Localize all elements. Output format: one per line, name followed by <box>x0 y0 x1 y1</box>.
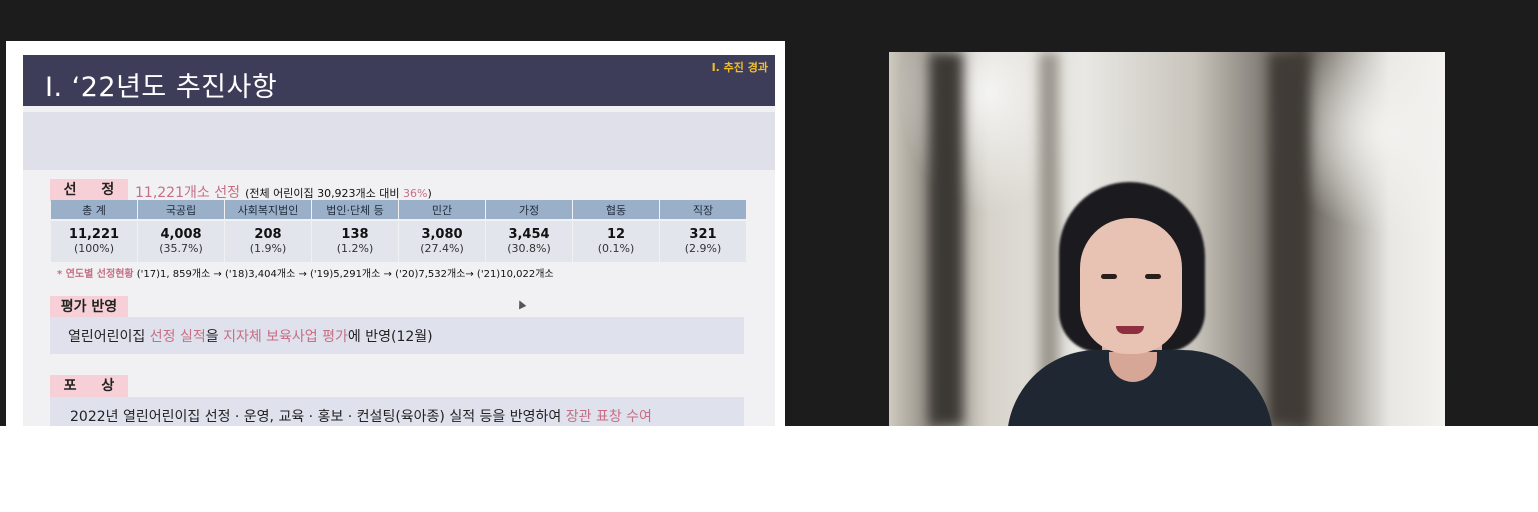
col-header: 총 계 <box>51 200 137 219</box>
table-cell: 4,008 (35.7%) <box>138 219 224 262</box>
col-header: 법인·단체 등 <box>312 200 398 219</box>
table-cell: 12 (0.1%) <box>573 219 659 262</box>
text-part: 2022년 열린어린이집 선정 · 운영, 교육 · 홍보 · 컨설팅(육아종)… <box>70 409 566 425</box>
evaluation-bar: 열린어린이집 선정 실적을 지자체 보육사업 평가에 반영(12월) <box>50 317 744 354</box>
slide-title: Ⅰ. ‘22년도 추진사항 <box>45 72 278 103</box>
mouse-cursor-icon <box>515 298 527 310</box>
col-header: 사회복지법인 <box>225 200 311 219</box>
yearly-values: ('17)1, 859개소 → ('18)3,404개소 → ('19)5,29… <box>133 269 554 280</box>
blank-area <box>0 426 1538 512</box>
presentation-slide: Ⅰ. ‘22년도 추진사항 Ⅰ. 추진 경과 선 정 11,221개소 선정 (… <box>23 55 775 426</box>
evaluation-label: 평가 반영 <box>50 296 128 318</box>
selection-stats-table: 총 계 국공립 사회복지법인 법인·단체 등 민간 가정 협동 직장 11,22… <box>50 200 747 262</box>
selection-percent: 36% <box>403 187 428 200</box>
cell-value: 138 <box>341 227 369 242</box>
cell-percent: (30.8%) <box>507 242 551 255</box>
highlight-text: 선정 실적 <box>149 329 206 345</box>
cell-value: 321 <box>689 227 717 242</box>
table-cell: 208 (1.9%) <box>225 219 311 262</box>
participant-video[interactable] <box>889 52 1445 426</box>
background-post <box>929 52 963 426</box>
col-header: 가정 <box>486 200 572 219</box>
table-cell: 138 (1.2%) <box>312 219 398 262</box>
table-cell: 3,080 (27.4%) <box>399 219 485 262</box>
col-header: 직장 <box>660 200 746 219</box>
evaluation-text: 열린어린이집 선정 실적을 지자체 보육사업 평가에 반영(12월) <box>68 326 433 346</box>
text-part: 열린어린이집 <box>68 329 150 345</box>
award-text: 2022년 열린어린이집 선정 · 운영, 교육 · 홍보 · 컨설팅(육아종)… <box>70 406 652 426</box>
cell-percent: (0.1%) <box>597 242 635 255</box>
participant-eye <box>1145 274 1161 279</box>
section-tag: Ⅰ. 추진 경과 <box>711 61 768 74</box>
selection-total: (전체 어린이집 30,923개소 대비 <box>245 187 404 200</box>
cell-value: 4,008 <box>160 227 202 242</box>
cell-percent: (1.2%) <box>336 242 374 255</box>
cell-value: 11,221 <box>68 227 120 242</box>
yearly-label: * 연도별 선정현황 <box>57 269 134 280</box>
award-label: 포 상 <box>50 375 128 397</box>
cell-percent: (2.9%) <box>684 242 722 255</box>
highlight-text: 지자체 보육사업 평가 <box>223 329 348 345</box>
selection-summary: 11,221개소 선정 (전체 어린이집 30,923개소 대비 36%) <box>135 182 432 202</box>
table-header-row: 총 계 국공립 사회복지법인 법인·단체 등 민간 가정 협동 직장 <box>51 200 746 219</box>
table-cell: 321 (2.9%) <box>660 219 746 262</box>
summary-band <box>23 112 775 170</box>
col-header: 민간 <box>399 200 485 219</box>
participant-mouth <box>1116 326 1144 334</box>
slide-header: Ⅰ. ‘22년도 추진사항 Ⅰ. 추진 경과 <box>23 55 775 106</box>
text-part: 에 반영(12월) <box>347 329 433 345</box>
cell-percent: (35.7%) <box>159 242 203 255</box>
highlight-text: 장관 표창 수여 <box>565 409 652 425</box>
award-bar: 2022년 열린어린이집 선정 · 운영, 교육 · 홍보 · 컨설팅(육아종)… <box>50 397 744 426</box>
cell-percent: (1.9%) <box>249 242 287 255</box>
table-cell: 3,454 (30.8%) <box>486 219 572 262</box>
selection-close: ) <box>427 187 432 200</box>
col-header: 협동 <box>573 200 659 219</box>
cell-value: 3,454 <box>508 227 550 242</box>
text-part: 을 <box>205 329 224 345</box>
yearly-selection-note: * 연도별 선정현황 ('17)1, 859개소 → ('18)3,404개소 … <box>57 265 554 280</box>
col-header: 국공립 <box>138 200 224 219</box>
cell-value: 3,080 <box>421 227 463 242</box>
background-post <box>1269 52 1309 426</box>
shared-screen[interactable]: Ⅰ. ‘22년도 추진사항 Ⅰ. 추진 경과 선 정 11,221개소 선정 (… <box>6 41 785 426</box>
cell-percent: (100%) <box>73 242 115 255</box>
selection-count: 11,221개소 선정 <box>135 185 240 201</box>
participant-eye <box>1101 274 1117 279</box>
cell-value: 12 <box>606 227 626 242</box>
table-row: 11,221 (100%) 4,008 (35.7%) 208 (1.9%) 138(… <box>51 219 746 262</box>
cell-value: 208 <box>254 227 282 242</box>
table-cell: 11,221 (100%) <box>51 219 137 262</box>
selection-label: 선 정 <box>50 179 128 201</box>
cell-percent: (27.4%) <box>420 242 464 255</box>
